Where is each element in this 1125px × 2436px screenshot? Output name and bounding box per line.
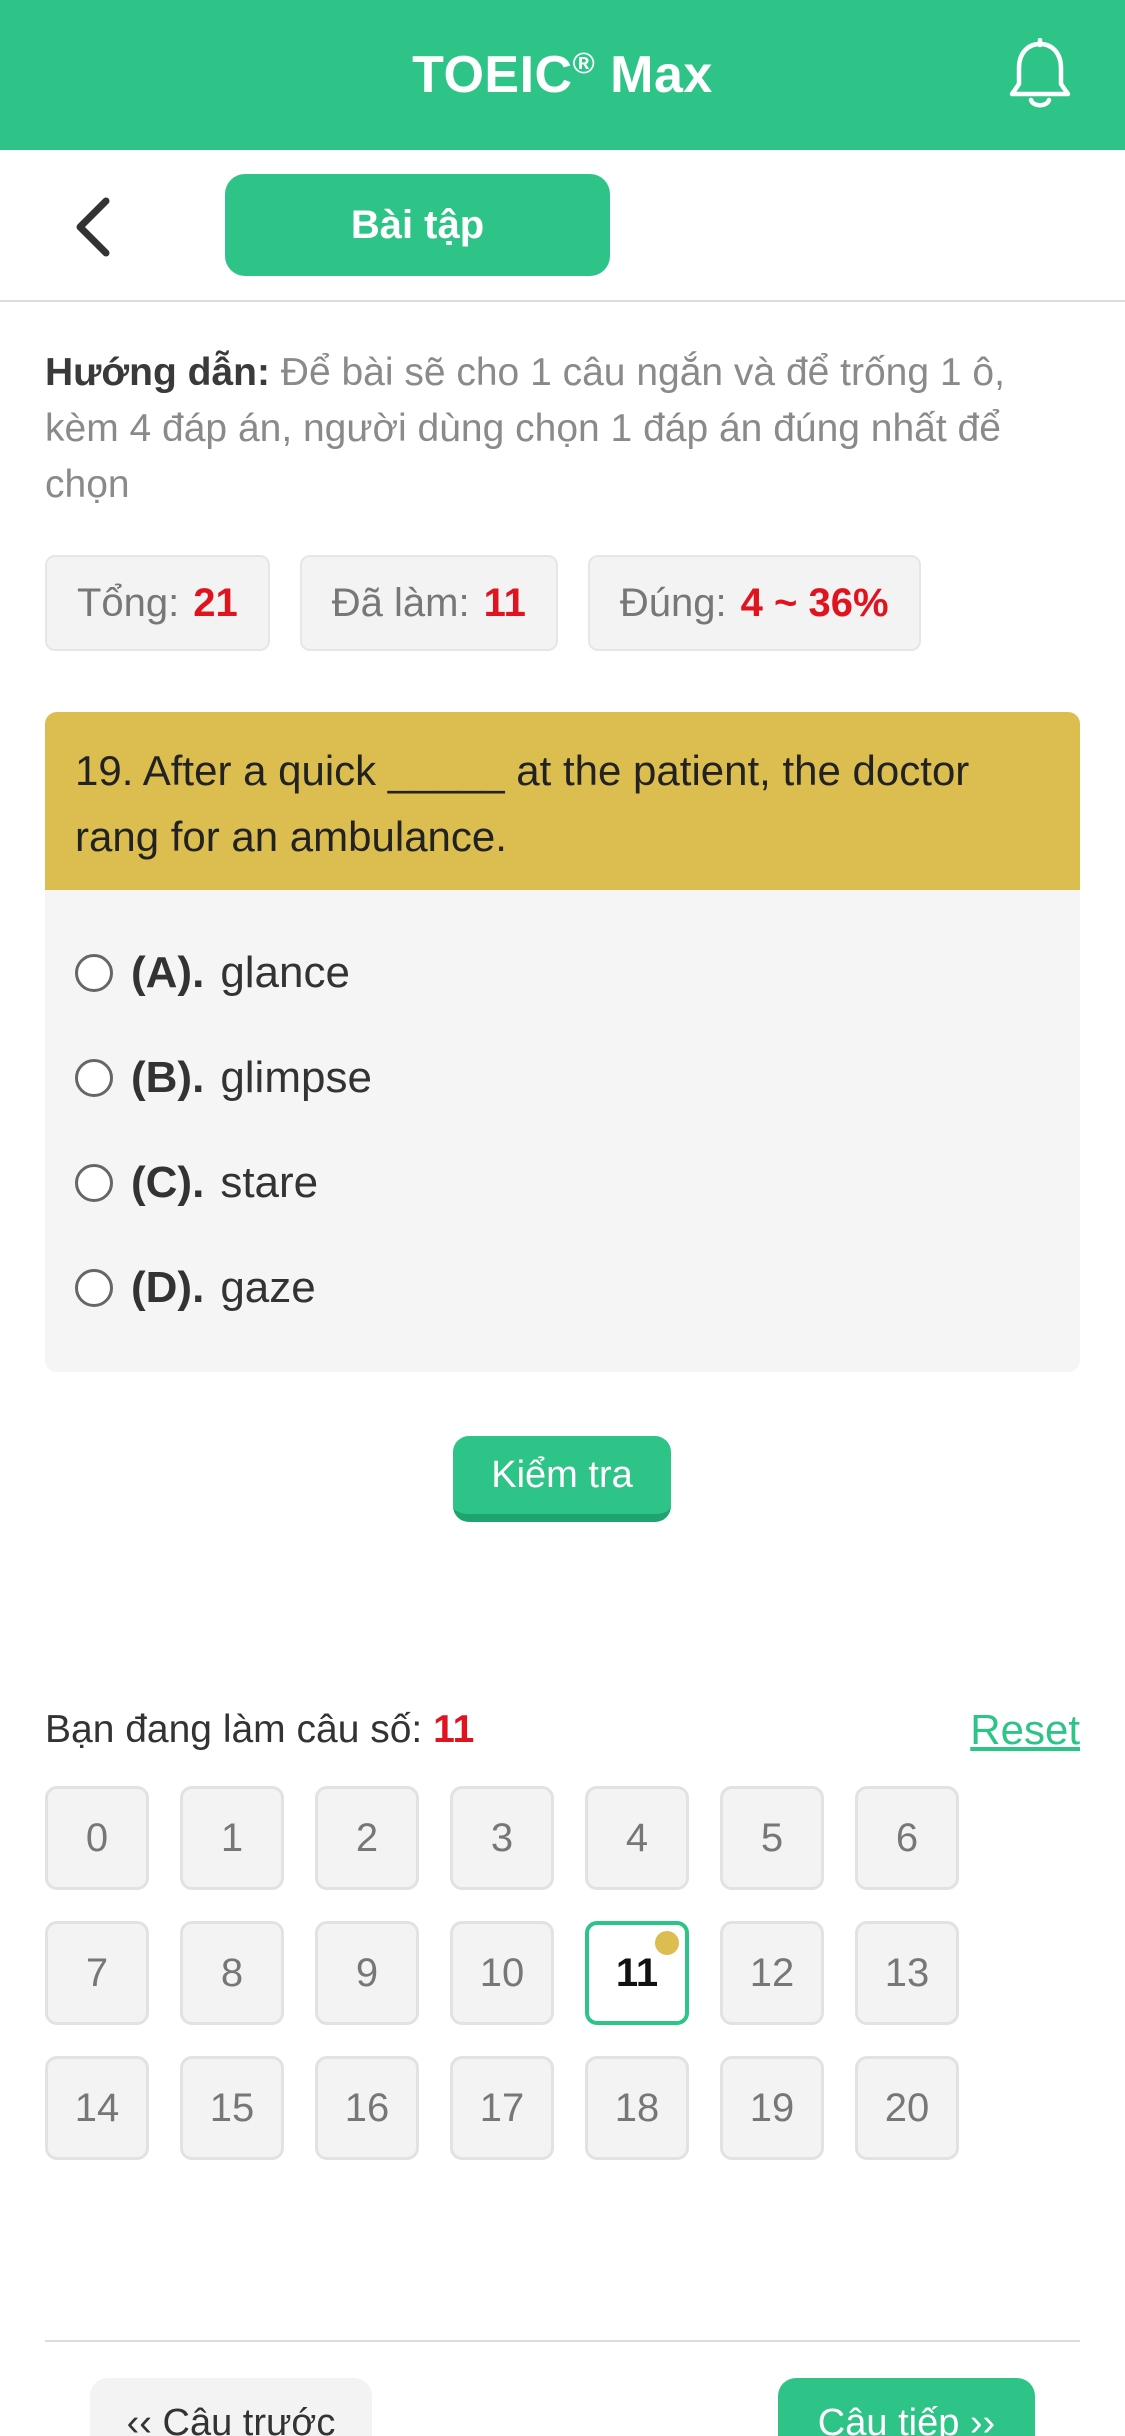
chevron-left-icon bbox=[76, 197, 110, 257]
question-number-cell[interactable]: 4 bbox=[585, 1786, 689, 1890]
radio-button[interactable] bbox=[75, 1268, 113, 1307]
radio-button[interactable] bbox=[75, 953, 113, 992]
answer-options: (A). glance (B). glimpse (C). stare (D).… bbox=[45, 890, 1080, 1340]
question-number-cell[interactable]: 1 bbox=[180, 1786, 284, 1890]
question-number-cell[interactable]: 11 bbox=[585, 1921, 689, 2025]
question-number-cell[interactable]: 0 bbox=[45, 1786, 149, 1890]
question-number-grid: 0 1 2 3 4 5 6 7 8 9 10 11 12 13 14 15 16 17 18 19 20 bbox=[45, 1786, 1045, 2160]
stat-correct: Đúng: 4 ~ 36% bbox=[587, 555, 921, 651]
question-number-cell[interactable]: 8 bbox=[180, 1921, 284, 2025]
option-d[interactable]: (D). gaze bbox=[75, 1235, 1050, 1340]
reset-link[interactable]: Reset bbox=[970, 1706, 1080, 1754]
back-button[interactable] bbox=[62, 194, 122, 260]
question-text: 19. After a quick _____ at the patient, … bbox=[45, 712, 1080, 890]
next-question-button[interactable]: Câu tiếp ›› bbox=[778, 2378, 1035, 2436]
check-button[interactable]: Kiểm tra bbox=[453, 1436, 671, 1522]
question-number-cell[interactable]: 2 bbox=[315, 1786, 419, 1890]
app-title: TOEIC® Max bbox=[412, 46, 713, 104]
divider bbox=[45, 2340, 1080, 2342]
prev-question-button[interactable]: ‹‹ Câu trước bbox=[90, 2378, 372, 2436]
current-marker-dot bbox=[655, 1931, 679, 1955]
question-number-cell[interactable]: 6 bbox=[855, 1786, 959, 1890]
option-b[interactable]: (B). glimpse bbox=[75, 1025, 1050, 1130]
radio-button[interactable] bbox=[75, 1058, 113, 1097]
question-card: 19. After a quick _____ at the patient, … bbox=[45, 712, 1080, 1372]
question-number-cell[interactable]: 15 bbox=[180, 2056, 284, 2160]
question-number-cell[interactable]: 3 bbox=[450, 1786, 554, 1890]
tab-exercise[interactable]: Bài tập bbox=[225, 174, 610, 276]
question-number-cell[interactable]: 18 bbox=[585, 2056, 689, 2160]
question-number-cell[interactable]: 20 bbox=[855, 2056, 959, 2160]
stat-total: Tổng: 21 bbox=[45, 555, 270, 651]
current-question-indicator: Bạn đang làm câu số: 11 bbox=[45, 1708, 475, 1751]
bell-icon[interactable] bbox=[1007, 37, 1073, 112]
question-number-cell[interactable]: 10 bbox=[450, 1921, 554, 2025]
question-number-cell[interactable]: 5 bbox=[720, 1786, 824, 1890]
question-number-cell[interactable]: 16 bbox=[315, 2056, 419, 2160]
question-number-cell[interactable]: 14 bbox=[45, 2056, 149, 2160]
question-number-cell[interactable]: 17 bbox=[450, 2056, 554, 2160]
option-a[interactable]: (A). glance bbox=[75, 920, 1050, 1025]
sub-toolbar: Bài tập bbox=[0, 150, 1125, 302]
question-number-cell[interactable]: 7 bbox=[45, 1921, 149, 2025]
instruction-text: Hướng dẫn: Để bài sẽ cho 1 câu ngắn và đ… bbox=[45, 345, 1085, 513]
radio-button[interactable] bbox=[75, 1163, 113, 1202]
option-c[interactable]: (C). stare bbox=[75, 1130, 1050, 1235]
question-number-cell[interactable]: 9 bbox=[315, 1921, 419, 2025]
question-number-cell[interactable]: 12 bbox=[720, 1921, 824, 2025]
question-number-cell[interactable]: 19 bbox=[720, 2056, 824, 2160]
instruction-label: Hướng dẫn: bbox=[45, 351, 270, 394]
stat-done: Đã làm: 11 bbox=[299, 555, 558, 651]
progress-row: Bạn đang làm câu số: 11 Reset bbox=[45, 1700, 1080, 1760]
question-number-cell[interactable]: 13 bbox=[855, 1921, 959, 2025]
stats-bar: Tổng: 21 Đã làm: 11 Đúng: 4 ~ 36% bbox=[45, 555, 921, 651]
app-header: TOEIC® Max bbox=[0, 0, 1125, 150]
